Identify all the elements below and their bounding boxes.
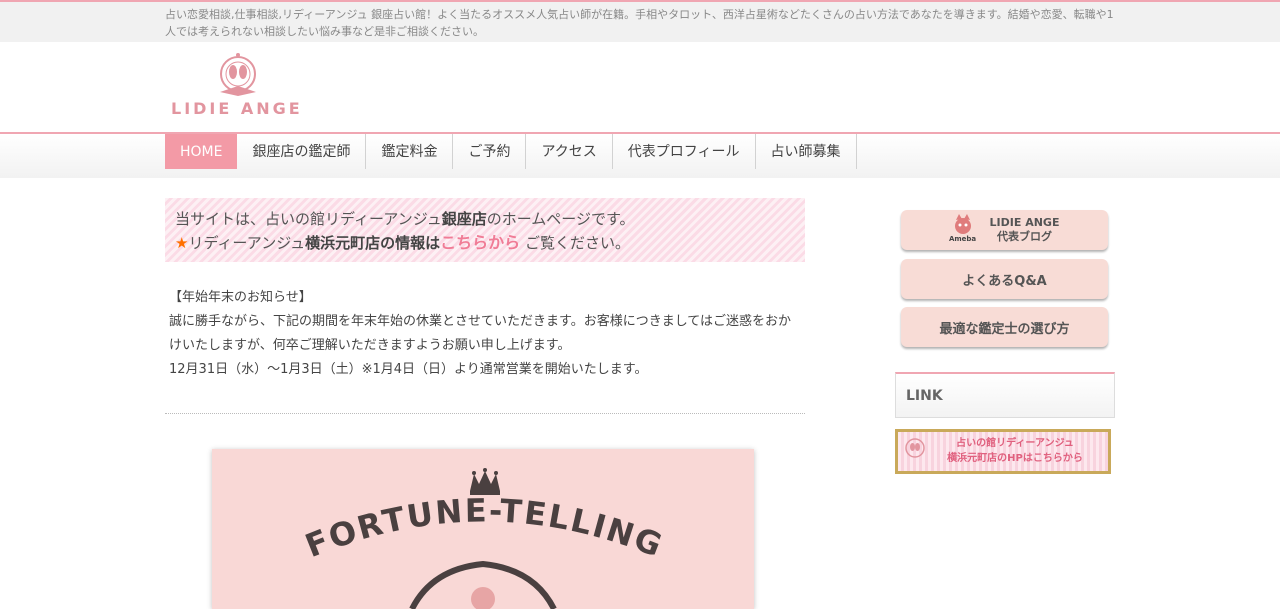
news-title: 【年始年末のお知らせ】: [169, 290, 312, 305]
site-notice-box: 当サイトは、占いの館リディーアンジュ銀座店のホームページです。 ★リディーアンジ…: [165, 198, 805, 262]
content-divider: [165, 413, 805, 414]
notice-text: 当サイトは、占いの館リディーアンジュ: [175, 210, 442, 228]
yokohama-banner-text: 占いの館リディーアンジュ 横浜元町店のHPはこちらから: [922, 436, 1108, 466]
blog-label: LIDIE ANGE 代表ブログ: [990, 216, 1060, 244]
nav-pricing[interactable]: 鑑定料金: [366, 134, 454, 169]
logo-wordmark: LIDIE ANGE: [171, 99, 303, 118]
ameba-label: Ameba: [948, 235, 977, 243]
blog-label-line-1: LIDIE ANGE: [989, 216, 1060, 229]
notice-text: リディーアンジュ: [188, 234, 306, 252]
banner-heading: FORTUNE-TELLING: [300, 491, 669, 565]
nav-home[interactable]: HOME: [165, 134, 238, 169]
nav-reservation[interactable]: ご予約: [453, 134, 527, 169]
ameba-icon: Ameba: [948, 214, 977, 246]
star-icon: ★: [175, 234, 189, 252]
yokohama-banner-line-1: 占いの館リディーアンジュ: [956, 438, 1074, 449]
link-section-header: LINK: [895, 372, 1115, 418]
notice-text: のホームページです。: [486, 210, 635, 228]
fortune-telling-banner[interactable]: FORTUNE-TELLING: [212, 449, 754, 609]
crown-icon: [470, 468, 500, 495]
global-navigation: HOME 銀座店の鑑定師 鑑定料金 ご予約 アクセス 代表プロフィール 占い師募…: [0, 132, 1280, 178]
notice-text: ご覧ください。: [524, 234, 630, 252]
notice-yokohama-label: 横浜元町店の情報は: [305, 234, 441, 252]
faq-button[interactable]: よくあるQ&A: [901, 259, 1108, 299]
notice-line-1: 当サイトは、占いの館リディーアンジュ銀座店のホームページです。: [175, 207, 795, 231]
site-tagline: 占い恋愛相談,仕事相談,リディーアンジュ 銀座占い館！よく当たるオススメ人気占い…: [165, 8, 1114, 38]
nav-access[interactable]: アクセス: [526, 134, 613, 169]
choose-reader-button[interactable]: 最適な鑑定士の選び方: [901, 307, 1108, 347]
holiday-news: 【年始年末のお知らせ】 誠に勝手ながら、下記の期間を年末年始の休業とさせていただ…: [169, 286, 804, 382]
link-title: LINK: [906, 388, 943, 404]
nav-profile[interactable]: 代表プロフィール: [613, 134, 756, 169]
news-body: 誠に勝手ながら、下記の期間を年末年始の休業とさせていただきます。お客様につきまし…: [169, 314, 792, 353]
blog-label-line-2: 代表ブログ: [997, 230, 1052, 243]
nav-recruit[interactable]: 占い師募集: [756, 134, 857, 169]
site-logo[interactable]: LIDIE ANGE: [165, 52, 325, 122]
banner-artwork: FORTUNE-TELLING: [300, 468, 669, 609]
nav-ginza-readers[interactable]: 銀座店の鑑定師: [237, 134, 367, 169]
news-dates: 12月31日（水）〜1月3日（土）※1月4日（日）より通常営業を開始いたします。: [169, 362, 648, 377]
yokohama-link[interactable]: こちらから: [440, 233, 520, 252]
yokohama-banner-line-2: 横浜元町店のHPはこちらから: [947, 453, 1083, 464]
tagline-bar: 占い恋愛相談,仕事相談,リディーアンジュ 銀座占い館！よく当たるオススメ人気占い…: [0, 2, 1280, 42]
notice-line-2: ★リディーアンジュ横浜元町店の情報はこちらから ご覧ください。: [175, 231, 795, 255]
logo-emblem-icon: [220, 53, 256, 96]
ornament-icon: [409, 560, 557, 609]
notice-store-name: 銀座店: [441, 210, 487, 228]
yokohama-banner-link[interactable]: 占いの館リディーアンジュ 横浜元町店のHPはこちらから: [895, 429, 1111, 474]
ameba-blog-button[interactable]: Ameba LIDIE ANGE 代表ブログ: [901, 210, 1108, 250]
